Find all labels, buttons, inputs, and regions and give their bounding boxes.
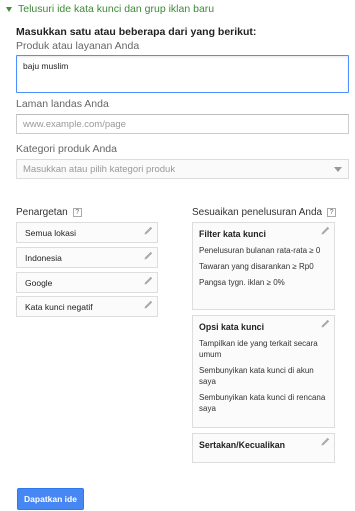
landing-page-label: Laman landas Anda [16,98,109,110]
product-category-select[interactable]: Masukkan atau pilih kategori produk [16,159,349,179]
product-textarea[interactable]: baju muslim [16,55,349,93]
targeting-title: Penargetan [16,207,68,218]
targeting-network[interactable]: Google [16,272,158,293]
customize-title: Sesuaikan penelusuran Anda [192,207,323,218]
pencil-icon[interactable] [320,319,330,329]
targeting-heading: Penargetan ? [16,207,82,218]
help-icon[interactable]: ? [72,208,82,217]
expand-triangle-icon [6,6,12,12]
option-hide-account: Sembunyikan kata kunci di akun saya [199,366,314,386]
dropdown-caret-icon [334,167,342,172]
targeting-language-label: Indonesia [25,253,62,263]
help-icon[interactable]: ? [327,208,337,217]
keyword-filter-heading: Filter kata kunci [199,229,266,239]
get-ideas-button[interactable]: Dapatkan ide [17,488,84,510]
targeting-location[interactable]: Semua lokasi [16,222,158,243]
keyword-filter-panel[interactable]: Filter kata kunci Penelusuran bulanan ra… [192,222,335,310]
section-title: Telusuri ide kata kunci dan grup iklan b… [18,3,215,15]
product-category-placeholder: Masukkan atau pilih kategori produk [23,164,176,175]
filter-suggested-bid: Tawaran yang disarankan ≥ Rp0 [199,262,314,271]
filter-avg-searches: Penelusuran bulanan rata-rata ≥ 0 [199,246,321,255]
product-category-label: Kategori produk Anda [16,143,117,155]
pencil-icon[interactable] [143,300,153,310]
option-hide-plan: Sembunyikan kata kunci di rencana saya [199,393,326,413]
option-show-broad: Tampilkan ide yang terkait secara umum [199,339,318,359]
instruction-text: Masukkan satu atau beberapa dari yang be… [16,26,257,38]
pencil-icon[interactable] [143,276,153,286]
keyword-options-heading: Opsi kata kunci [199,322,265,332]
pencil-icon[interactable] [320,226,330,236]
pencil-icon[interactable] [143,226,153,236]
pencil-icon[interactable] [320,437,330,447]
product-label: Produk atau layanan Anda [16,40,140,52]
keyword-options-panel[interactable]: Opsi kata kunci Tampilkan ide yang terka… [192,315,335,428]
targeting-negative-keywords-label: Kata kunci negatif [25,302,93,312]
targeting-network-label: Google [25,278,53,288]
section-header-toggle[interactable]: Telusuri ide kata kunci dan grup iklan b… [6,2,214,16]
targeting-language[interactable]: Indonesia [16,247,158,268]
filter-ad-share: Pangsa tygn. iklan ≥ 0% [199,278,285,287]
include-exclude-panel[interactable]: Sertakan/Kecualikan [192,433,335,463]
include-exclude-heading: Sertakan/Kecualikan [199,440,286,450]
landing-page-input[interactable]: www.example.com/page [16,114,349,134]
targeting-location-label: Semua lokasi [25,228,77,238]
pencil-icon[interactable] [143,251,153,261]
customize-heading: Sesuaikan penelusuran Anda ? [192,207,337,218]
targeting-negative-keywords[interactable]: Kata kunci negatif [16,296,158,317]
